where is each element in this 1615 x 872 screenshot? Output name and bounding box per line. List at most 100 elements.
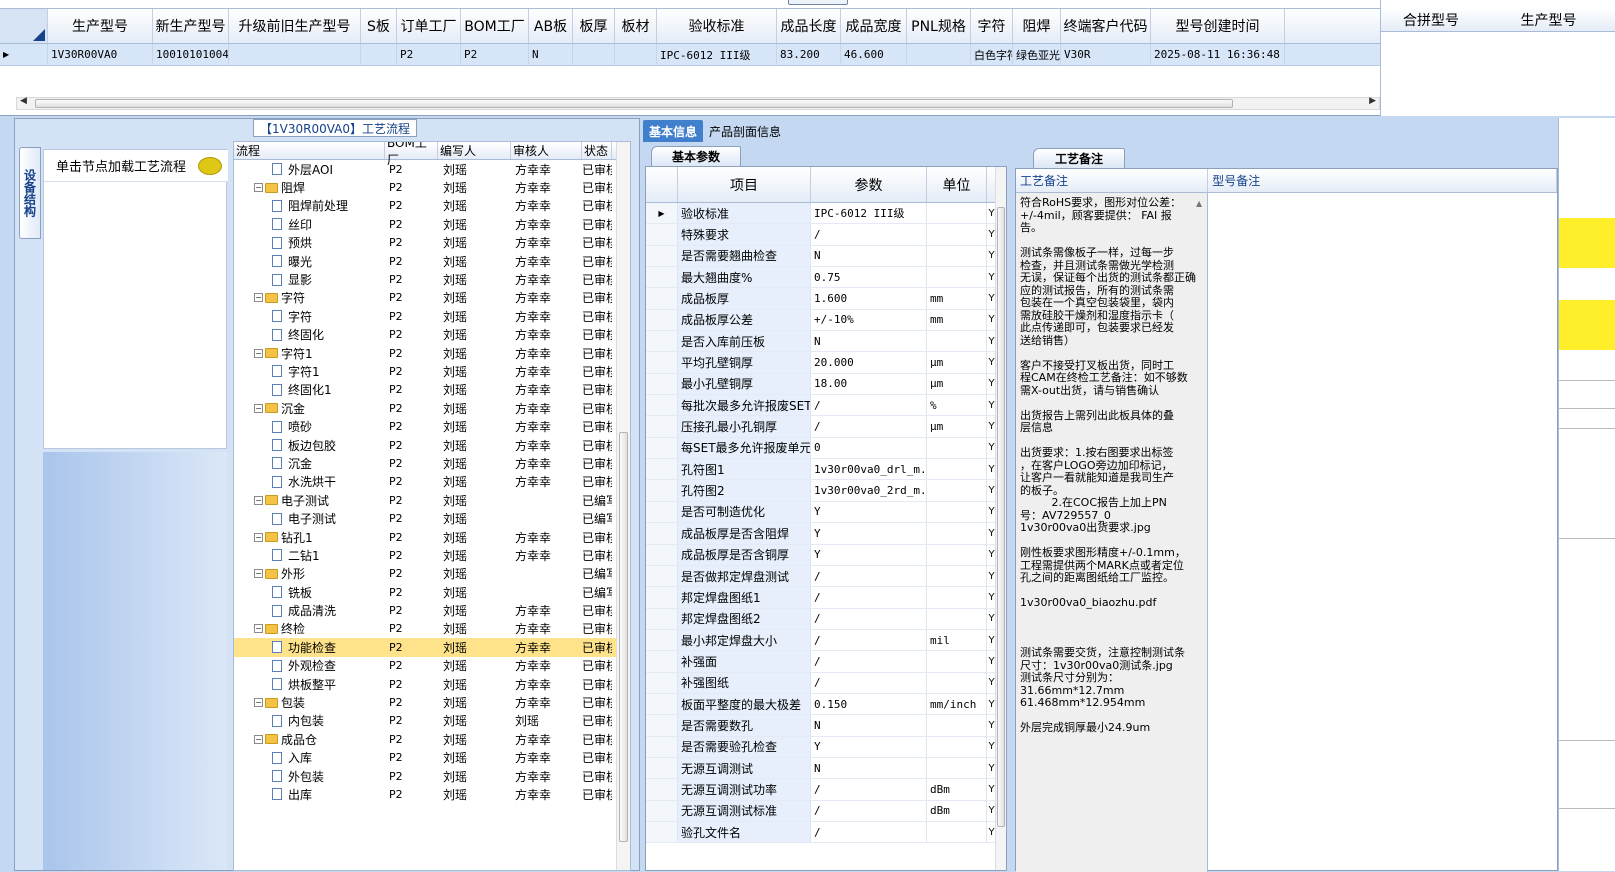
row-header[interactable] <box>646 800 678 821</box>
params-vertical-scrollbar[interactable] <box>995 167 1006 870</box>
col-header[interactable]: 升级前旧生产型号 <box>229 9 361 43</box>
collapse-icon[interactable]: − <box>254 569 263 579</box>
param-row[interactable]: 是否需要翘曲检查 N Y <box>646 245 1006 268</box>
collapse-icon[interactable]: − <box>254 348 263 358</box>
process-note-text[interactable]: 符合RoHS要求，图形对位公差： +/-4mil，顾客要提供： FAI 报 告。… <box>1016 193 1208 872</box>
param-row[interactable]: 成品板厚 1.600 mm Y <box>646 288 1006 310</box>
scroll-left-icon[interactable]: ◀ <box>20 96 27 106</box>
param-value-cell[interactable]: / <box>811 565 927 587</box>
tree-row[interactable]: 阻焊前处理 P2 刘瑶 方幸幸 已审核 <box>234 197 630 215</box>
param-unit-cell[interactable] <box>927 565 987 587</box>
param-value-cell[interactable]: N <box>811 245 927 267</box>
param-value-cell[interactable]: / <box>811 821 927 843</box>
param-value-cell[interactable]: N <box>811 331 927 352</box>
param-row[interactable]: 成品板厚是否含铜厚 Y Y <box>646 544 1006 566</box>
row-header[interactable] <box>646 757 678 779</box>
tree-row[interactable]: 终固化1 P2 刘瑶 方幸幸 已审核 <box>234 381 630 399</box>
tree-node[interactable]: − 电子测试 <box>234 492 385 509</box>
row-header[interactable] <box>646 331 678 352</box>
param-unit-cell[interactable] <box>927 501 987 523</box>
col-bom-factory[interactable]: BOM工厂 <box>385 142 438 167</box>
col-header[interactable]: 终端客户代码 <box>1061 9 1151 43</box>
row-header[interactable] <box>646 437 678 459</box>
row-header[interactable] <box>646 672 678 693</box>
tree-row[interactable]: − 包装 P2 刘瑶 方幸幸 已审核 <box>234 693 630 711</box>
row-header[interactable] <box>646 693 678 715</box>
param-value-cell[interactable]: Y <box>811 501 927 523</box>
collapse-icon[interactable]: − <box>254 734 263 744</box>
param-unit-cell[interactable] <box>927 480 987 501</box>
tree-row[interactable]: − 终检 P2 刘瑶 方幸幸 已审核 <box>234 620 630 638</box>
tree-node[interactable]: − 钻孔1 <box>234 529 385 546</box>
tree-node[interactable]: 外层AOI <box>234 161 385 178</box>
row-header[interactable] <box>646 459 678 480</box>
param-value-cell[interactable]: 1v30r00va0_drl_m... <box>811 459 927 480</box>
param-unit-cell[interactable] <box>927 715 987 736</box>
col-header[interactable]: S板 <box>361 9 397 43</box>
tree-node[interactable]: − 字符1 <box>234 345 385 362</box>
row-header[interactable] <box>646 608 678 629</box>
horizontal-scrollbar[interactable]: ◀ ▶ <box>16 96 1380 110</box>
col-status[interactable]: 状态 <box>582 142 612 159</box>
tree-node[interactable]: 水洗烘干 <box>234 473 385 490</box>
param-value-cell[interactable]: 0 <box>811 437 927 459</box>
tree-row[interactable]: 显影 P2 刘瑶 方幸幸 已审核 <box>234 270 630 288</box>
param-unit-cell[interactable]: μm <box>927 416 987 437</box>
grid-cell[interactable] <box>907 44 971 65</box>
grid-cell[interactable]: 绿色亚光 <box>1013 44 1061 65</box>
param-unit-cell[interactable]: dBm <box>927 800 987 821</box>
tree-node[interactable]: − 终检 <box>234 620 385 637</box>
tree-row[interactable]: 外观检查 P2 刘瑶 方幸幸 已审核 <box>234 657 630 675</box>
scroll-thumb[interactable] <box>997 207 1005 827</box>
tree-row[interactable]: 入库 P2 刘瑶 方幸幸 已审核 <box>234 749 630 767</box>
tree-node[interactable]: 板边包胶 <box>234 437 385 454</box>
param-value-cell[interactable]: / <box>811 395 927 416</box>
tree-row[interactable]: 终固化 P2 刘瑶 方幸幸 已审核 <box>234 326 630 344</box>
tree-row[interactable]: 外包装 P2 刘瑶 方幸幸 已审核 <box>234 767 630 785</box>
tree-row[interactable]: − 电子测试 P2 刘瑶 已编写 <box>234 491 630 509</box>
param-unit-cell[interactable]: mm <box>927 288 987 309</box>
tree-row[interactable]: 曝光 P2 刘瑶 方幸幸 已审核 <box>234 252 630 270</box>
param-unit-cell[interactable]: μm <box>927 373 987 395</box>
param-row[interactable]: ▶ 验收标准 IPC-6012 III级 Y <box>646 203 1006 225</box>
tree-node[interactable]: 字符 <box>234 308 385 325</box>
param-row[interactable]: 成品板厚公差 +/-10% mm Y <box>646 309 1006 332</box>
param-row[interactable]: 是否入库前压板 N Y <box>646 331 1006 353</box>
grid-cell[interactable]: 83.200 <box>777 44 841 65</box>
row-header[interactable] <box>646 715 678 736</box>
tree-node[interactable]: − 阻焊 <box>234 179 385 196</box>
row-header[interactable] <box>646 587 678 608</box>
collapse-icon[interactable]: − <box>254 495 263 505</box>
collapse-icon[interactable]: − <box>254 183 263 193</box>
tree-row[interactable]: − 字符 P2 刘瑶 方幸幸 已审核 <box>234 289 630 307</box>
row-header[interactable] <box>646 309 678 331</box>
param-row[interactable]: 验孔文件名 / Y <box>646 821 1006 844</box>
col-production-model[interactable]: 生产型号 <box>1481 8 1615 32</box>
param-unit-cell[interactable]: mm <box>927 309 987 331</box>
param-row[interactable]: 是否做邦定焊盘测试 / Y <box>646 565 1006 588</box>
tree-node[interactable]: 成品清洗 <box>234 602 385 619</box>
row-header[interactable] <box>646 629 678 651</box>
row-header[interactable] <box>646 523 678 544</box>
col-flow[interactable]: 流程 <box>234 142 385 159</box>
row-header[interactable] <box>646 651 678 672</box>
param-unit-cell[interactable] <box>927 651 987 672</box>
tab-process-notes[interactable]: 工艺备注 <box>1033 148 1125 168</box>
tree-row[interactable]: 板边包胶 P2 刘瑶 方幸幸 已审核 <box>234 436 630 454</box>
tree-node[interactable]: 功能检查 <box>234 639 385 656</box>
param-row[interactable]: 平均孔壁铜厚 20.000 μm Y <box>646 352 1006 374</box>
tree-node[interactable]: 喷砂 <box>234 418 385 435</box>
tree-row[interactable]: 预烘 P2 刘瑶 方幸幸 已审核 <box>234 234 630 252</box>
tree-row[interactable]: − 阻焊 P2 刘瑶 方幸幸 已审核 <box>234 178 630 196</box>
tree-node[interactable]: 外观检查 <box>234 657 385 674</box>
param-value-cell[interactable]: / <box>811 629 927 651</box>
param-row[interactable]: 最小孔壁铜厚 18.00 μm Y <box>646 373 1006 396</box>
param-value-cell[interactable]: N <box>811 715 927 736</box>
col-header[interactable]: 新生产型号 <box>153 9 229 43</box>
param-value-cell[interactable]: 0.150 <box>811 693 927 715</box>
param-unit-cell[interactable]: μm <box>927 352 987 373</box>
tree-node[interactable]: − 成品仓 <box>234 731 385 748</box>
col-param[interactable]: 参数 <box>811 167 927 202</box>
row-header[interactable] <box>646 245 678 267</box>
col-unit[interactable]: 单位 <box>927 167 987 202</box>
